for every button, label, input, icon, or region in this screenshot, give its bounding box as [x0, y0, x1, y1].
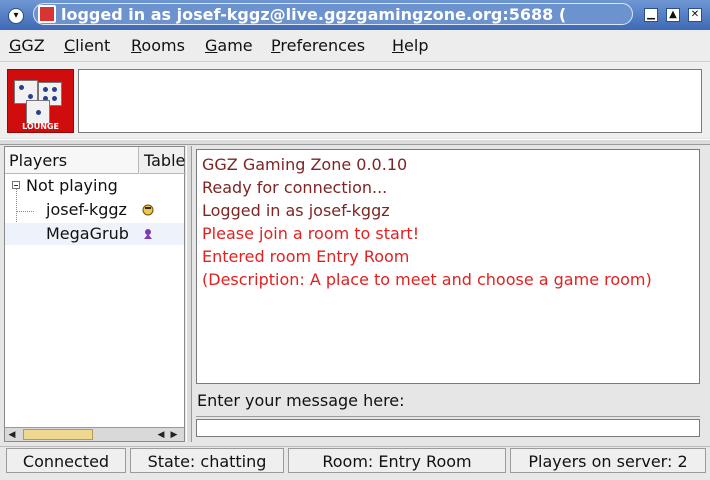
tree-group-label: Not playing	[26, 176, 118, 195]
menu-rooms[interactable]: Rooms	[131, 36, 185, 55]
chat-message: Ready for connection...	[202, 178, 388, 197]
chat-message: Entered room Entry Room	[202, 247, 410, 266]
player-status-icon	[144, 229, 152, 239]
lounge-label: LOUNGE	[22, 122, 59, 131]
minimize-button[interactable]: ▁	[644, 8, 658, 22]
window-title: logged in as josef-kggz@live.ggzgamingzo…	[61, 5, 567, 24]
state-status: State: chatting	[130, 448, 284, 473]
menu-game[interactable]: Game	[205, 36, 253, 55]
statusbar: Connected State: chatting Room: Entry Ro…	[0, 446, 710, 480]
window-titlebar[interactable]: ▾ logged in as josef-kggz@live.ggzgaming…	[0, 0, 710, 30]
window-title-pill: logged in as josef-kggz@live.ggzgamingzo…	[33, 3, 633, 25]
lounge-button[interactable]: LOUNGE	[7, 69, 74, 133]
message-divider	[196, 416, 700, 417]
scrollbar-thumb[interactable]	[23, 429, 93, 440]
toolbar-area: LOUNGE	[0, 62, 710, 138]
menubar: GGZ Client Rooms Game Preferences Help	[0, 30, 710, 62]
die-pip	[28, 94, 33, 99]
menu-ggz[interactable]: GGZ	[9, 36, 45, 55]
player-name: MegaGrub	[46, 224, 129, 243]
menu-help[interactable]: Help	[392, 36, 428, 55]
scroll-left-icon[interactable]: ◀	[7, 430, 17, 440]
minimize-icon: ▁	[647, 9, 655, 20]
connection-status: Connected	[6, 448, 126, 473]
chat-message: Logged in as josef-kggz	[202, 201, 390, 220]
room-status: Room: Entry Room	[288, 448, 506, 473]
collapse-icon[interactable]	[12, 181, 20, 189]
horizontal-scrollbar[interactable]: ◀ ◀ ▶	[5, 427, 184, 441]
scroll-left-icon[interactable]: ◀	[156, 430, 166, 440]
die-pip	[52, 87, 57, 92]
tab-players[interactable]: Players	[5, 147, 139, 174]
maximize-icon: ▲	[669, 9, 677, 20]
close-icon: ✕	[690, 9, 700, 20]
room-info-panel	[78, 69, 702, 133]
list-item[interactable]: MegaGrub	[5, 223, 184, 245]
player-status-icon	[142, 204, 154, 216]
players-on-server-status: Players on server: 2	[510, 448, 706, 473]
chat-message: GGZ Gaming Zone 0.0.10	[202, 155, 408, 174]
scroll-right-icon[interactable]: ▶	[169, 430, 179, 440]
chat-log: GGZ Gaming Zone 0.0.10 Ready for connect…	[196, 149, 700, 384]
message-input[interactable]	[196, 419, 700, 437]
message-label: Enter your message here:	[197, 391, 405, 410]
list-item[interactable]: josef-kggz	[5, 199, 184, 221]
app-icon	[38, 5, 56, 23]
close-button[interactable]: ✕	[688, 8, 702, 22]
die-pip	[43, 87, 48, 92]
window-menu-button[interactable]: ▾	[8, 8, 24, 24]
menu-client[interactable]: Client	[64, 36, 110, 55]
die-pip	[19, 85, 24, 90]
player-tree: Not playing josef-kggz MegaGrub	[5, 175, 184, 423]
player-table-tabs: Players Table	[5, 147, 186, 174]
die-pip	[52, 96, 57, 101]
vertical-splitter[interactable]	[186, 146, 192, 442]
chat-message: Please join a room to start!	[202, 224, 420, 243]
chat-message: (Description: A place to meet and choose…	[202, 270, 652, 289]
menu-preferences[interactable]: Preferences	[271, 36, 365, 55]
maximize-button[interactable]: ▲	[666, 8, 680, 22]
tree-group-not-playing[interactable]: Not playing	[5, 175, 184, 197]
player-name: josef-kggz	[46, 200, 127, 219]
dice-icon	[26, 100, 50, 124]
die-pip	[36, 110, 41, 115]
horizontal-splitter[interactable]	[0, 139, 710, 145]
tab-tables[interactable]: Table	[140, 147, 186, 174]
player-pane: Players Table Not playing josef-kggz Meg…	[4, 146, 186, 442]
chevron-down-icon: ▾	[13, 10, 19, 21]
